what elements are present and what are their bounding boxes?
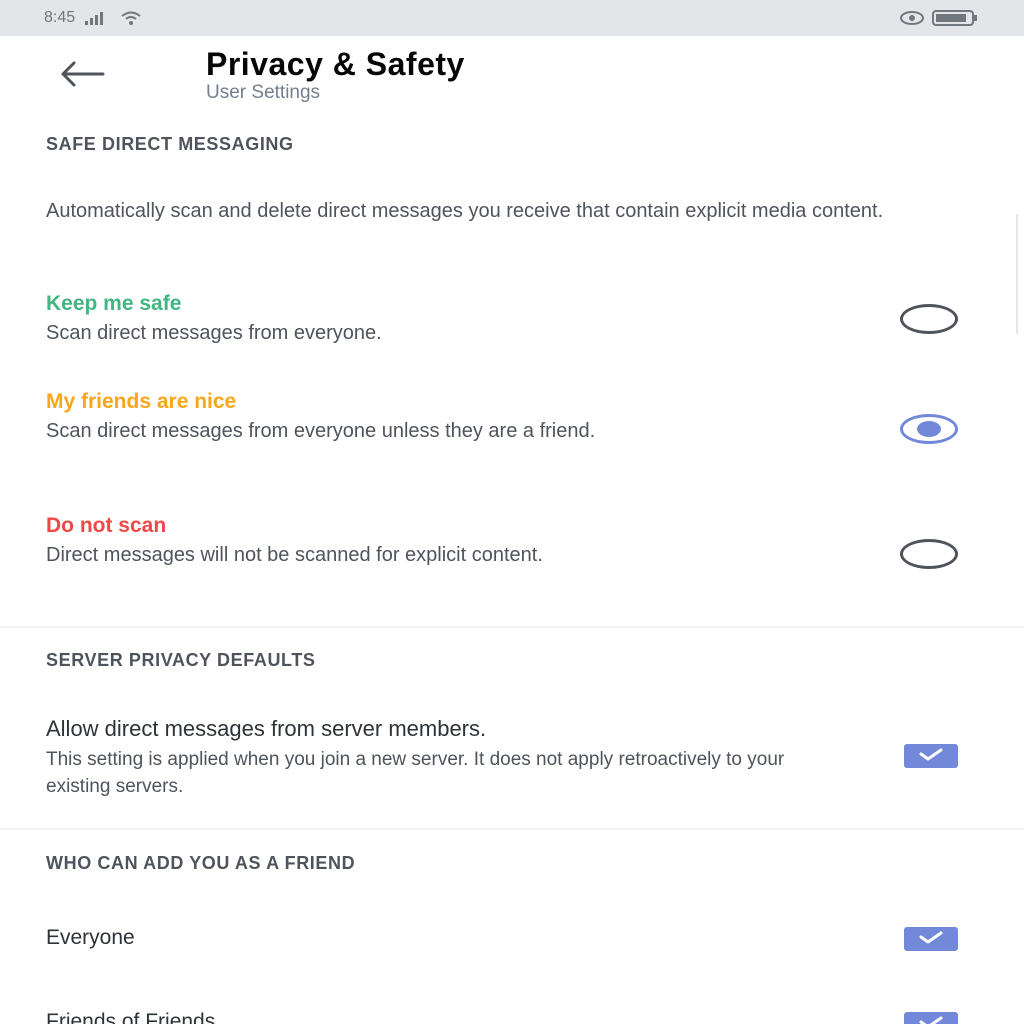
checkmark-icon bbox=[918, 1015, 944, 1024]
radio-keep-me-safe[interactable] bbox=[900, 304, 958, 334]
header: Privacy & Safety User Settings bbox=[0, 36, 1024, 120]
allow-dm-checkbox[interactable] bbox=[904, 744, 958, 768]
server-privacy-heading: SERVER PRIVACY DEFAULTS bbox=[46, 650, 316, 670]
everyone-label: Everyone bbox=[46, 926, 135, 949]
status-time: 8:45 bbox=[44, 9, 76, 26]
option-subtitle: Scan direct messages from everyone. bbox=[46, 322, 382, 344]
allow-dm-subtitle: This setting is applied when you join a … bbox=[46, 749, 785, 797]
option-title: Keep me safe bbox=[46, 292, 182, 315]
radio-do-not-scan[interactable] bbox=[900, 539, 958, 569]
option-do-not-scan[interactable]: Do not scan Direct messages will not be … bbox=[0, 514, 1024, 600]
friends-of-friends-label: Friends of Friends bbox=[46, 1010, 216, 1024]
option-subtitle: Scan direct messages from everyone unles… bbox=[46, 420, 596, 442]
status-left: 8:45 bbox=[44, 9, 141, 27]
privacy-safety-screen: 8:45 Privacy & Safety User Settings SAFE… bbox=[0, 0, 1024, 1024]
option-title: Do not scan bbox=[46, 514, 167, 537]
option-my-friends-are-nice[interactable]: My friends are nice Scan direct messages… bbox=[0, 390, 1024, 476]
checkmark-icon bbox=[918, 747, 944, 766]
checkmark-icon bbox=[918, 930, 944, 949]
friend-requests-heading: WHO CAN ADD YOU AS A FRIEND bbox=[46, 853, 356, 873]
page-subtitle: User Settings bbox=[206, 82, 321, 103]
wifi-icon bbox=[121, 11, 141, 25]
option-title: My friends are nice bbox=[46, 390, 237, 413]
section-divider bbox=[0, 626, 1024, 628]
status-right bbox=[900, 10, 978, 26]
scrollbar[interactable] bbox=[1016, 214, 1024, 334]
everyone-checkbox[interactable] bbox=[904, 927, 958, 951]
signal-icon bbox=[85, 11, 111, 25]
safe-dm-description: Automatically scan and delete direct mes… bbox=[46, 200, 884, 222]
eye-icon bbox=[900, 11, 924, 25]
option-keep-me-safe[interactable]: Keep me safe Scan direct messages from e… bbox=[0, 292, 1024, 362]
option-subtitle: Direct messages will not be scanned for … bbox=[46, 544, 543, 566]
arrow-left-icon bbox=[59, 61, 105, 92]
safe-dm-heading: SAFE DIRECT MESSAGING bbox=[46, 134, 294, 154]
section-divider bbox=[0, 828, 1024, 830]
friends-of-friends-checkbox[interactable] bbox=[904, 1012, 958, 1024]
page-title: Privacy & Safety bbox=[206, 46, 465, 82]
allow-dm-title: Allow direct messages from server member… bbox=[46, 716, 487, 741]
back-button[interactable] bbox=[54, 56, 110, 96]
radio-my-friends-are-nice[interactable] bbox=[900, 414, 958, 444]
status-bar: 8:45 bbox=[0, 0, 1024, 36]
battery-icon bbox=[932, 10, 978, 26]
